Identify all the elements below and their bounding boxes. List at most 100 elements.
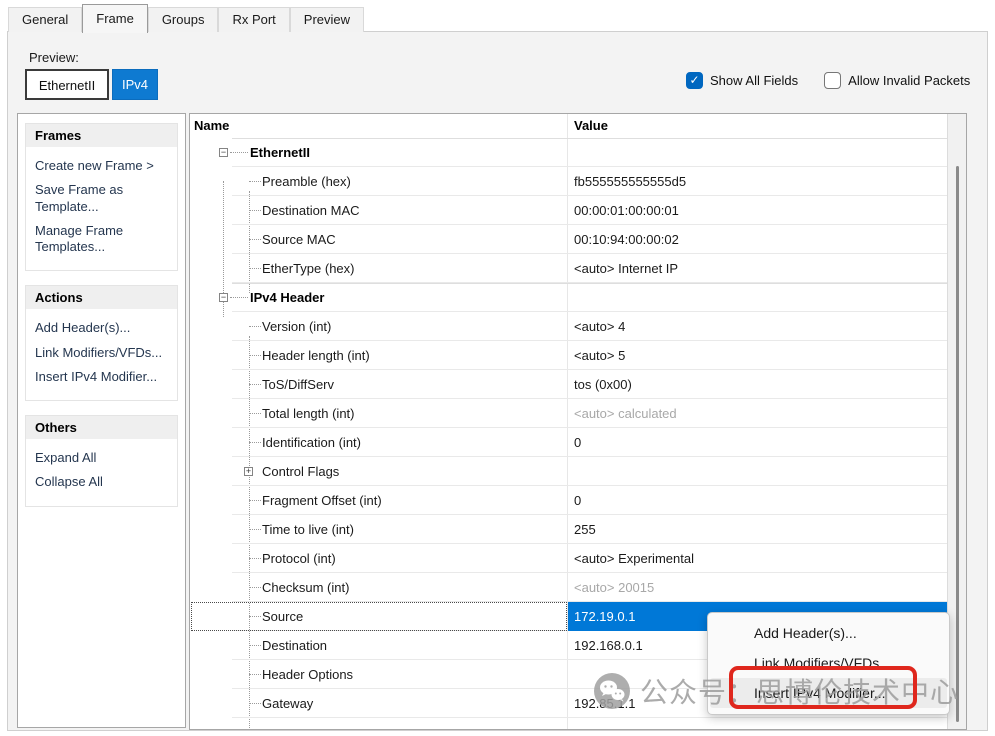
field-value: tos (0x00) [574, 370, 632, 399]
tree-tick [249, 355, 261, 356]
table-row-identification-int[interactable]: Identification (int)0 [190, 428, 948, 457]
tree-tick [249, 529, 261, 530]
field-value: 192.85.1.1 [574, 689, 635, 718]
field-value: <auto> calculated [574, 399, 677, 428]
option-show-all-fields[interactable]: ✓ Show All Fields [686, 72, 798, 89]
preview-header-button-ipv4[interactable]: IPv4 [112, 69, 158, 100]
tree-tick [249, 587, 261, 588]
column-header-name: Name [194, 114, 229, 138]
expand-expander-icon[interactable]: + [244, 467, 253, 476]
field-name: ToS/DiffServ [262, 370, 334, 399]
field-name: Checksum (int) [262, 573, 349, 602]
table-row-control-flags[interactable]: + Control Flags [190, 457, 948, 486]
table-row-total-length-int[interactable]: Total length (int) <auto> calculated [190, 399, 948, 428]
field-name: Source MAC [262, 225, 336, 254]
table-row-fragment-offset-int[interactable]: Fragment Offset (int)0 [190, 486, 948, 515]
checkbox-allow-invalid-packets[interactable] [824, 72, 841, 89]
tree-tick [249, 326, 261, 327]
table-row-preamble-hex[interactable]: Preamble (hex)fb555555555555d5 [190, 167, 948, 196]
sidebar-section-items: Add Header(s)... Link Modifiers/VFDs... In… [26, 309, 177, 400]
field-name: EthernetII [250, 138, 310, 167]
sidebar-section-actions: Actions Add Header(s)... Link Modifiers/VF… [25, 285, 178, 401]
table-row-tos-diffserv[interactable]: ToS/DiffServ tos (0x00) [190, 370, 948, 399]
field-name: IPv4 Header [250, 283, 324, 312]
tree-tick [249, 500, 261, 501]
field-value: <auto> Experimental [574, 544, 694, 573]
context-menu-item-add-header-s[interactable]: Add Header(s)... [710, 618, 947, 648]
field-value: 255 [574, 515, 596, 544]
tree-tick [249, 210, 261, 211]
sidebar-item-collapse-all[interactable]: Collapse All [35, 474, 168, 490]
table-row-version-int[interactable]: Version (int)<auto> 4 [190, 312, 948, 341]
tree-tick [249, 442, 261, 443]
tab-groups[interactable]: Groups [148, 7, 219, 32]
tab-preview[interactable]: Preview [290, 7, 364, 32]
field-value: <auto> Internet IP [574, 254, 678, 283]
table-row-protocol-int[interactable]: Protocol (int)<auto> Experimental [190, 544, 948, 573]
sidebar-item-save-frame-as-template[interactable]: Save Frame as Template... [35, 182, 168, 215]
tree-tick [249, 181, 261, 182]
field-value: 00:00:01:00:00:01 [574, 196, 679, 225]
table-row-destination-mac[interactable]: Destination MAC 00:00:01:00:00:01 [190, 196, 948, 225]
field-value: <auto> 20015 [574, 573, 654, 602]
field-name: Version (int) [262, 312, 331, 341]
field-value: 172.19.0.1 [574, 602, 635, 631]
field-name: Destination [262, 631, 327, 660]
table-row-time-to-live-int[interactable]: Time to live (int)255 [190, 515, 948, 544]
preview-header-button-ethernetii[interactable]: EthernetII [25, 69, 109, 100]
context-menu: Add Header(s)...Link Modifiers/VFDs...In… [707, 612, 950, 715]
sidebar-section-items: Create new Frame > Save Frame as Template… [26, 147, 177, 270]
context-menu-item-insert-ipv4-modifier[interactable]: Insert IPv4 Modifier... [710, 678, 947, 708]
tree-tick [249, 239, 261, 240]
sidebar-item-create-new-frame[interactable]: Create new Frame > [35, 158, 168, 174]
table-row-ethernetii[interactable]: − EthernetII [190, 138, 948, 167]
field-name: Destination MAC [262, 196, 360, 225]
collapse-expander-icon[interactable]: − [219, 148, 228, 157]
tree-tick [249, 268, 261, 269]
sidebar-section-title: Actions [26, 286, 177, 309]
tree-tick [249, 384, 261, 385]
field-name: Control Flags [262, 457, 339, 486]
sidebar-item-link-modifiers-vfds[interactable]: Link Modifiers/VFDs... [35, 345, 168, 361]
sidebar: FramesCreate new Frame >Save Frame as Te… [17, 113, 186, 728]
field-name: Fragment Offset (int) [262, 486, 382, 515]
checkbox-label: Show All Fields [710, 73, 798, 88]
table-row-ethertype-hex[interactable]: EtherType (hex) <auto> Internet IP [190, 254, 948, 283]
field-name: Gateway [262, 689, 313, 718]
field-name: Header Options [262, 660, 353, 689]
context-menu-item-link-modifiers-vfds[interactable]: Link Modifiers/VFDs... [710, 648, 947, 678]
option-allow-invalid-packets[interactable]: Allow Invalid Packets [824, 72, 970, 89]
field-name: Total length (int) [262, 399, 355, 428]
table-row-checksum-int[interactable]: Checksum (int) <auto> 20015 [190, 573, 948, 602]
tree-tick [230, 152, 248, 153]
checkbox-show-all-fields[interactable]: ✓ [686, 72, 703, 89]
table-row-ipv4-header[interactable]: − IPv4 Header [190, 283, 948, 312]
scrollbar-thumb[interactable] [956, 166, 959, 722]
column-header-value: Value [574, 114, 608, 138]
tab-rx-port[interactable]: Rx Port [218, 7, 289, 32]
field-name: EtherType (hex) [262, 254, 355, 283]
tree-tick [230, 297, 248, 298]
tree-tick [249, 703, 261, 704]
field-value: 0 [574, 428, 581, 457]
sidebar-item-insert-ipv4-modifier[interactable]: Insert IPv4 Modifier... [35, 369, 168, 385]
collapse-expander-icon[interactable]: − [219, 293, 228, 302]
sidebar-item-expand-all[interactable]: Expand All [35, 450, 168, 466]
tab-frame[interactable]: Frame [82, 4, 148, 33]
sidebar-item-add-header-s[interactable]: Add Header(s)... [35, 320, 168, 336]
tree-tick [249, 558, 261, 559]
field-value: <auto> 5 [574, 341, 625, 370]
row-border [232, 283, 948, 284]
sidebar-item-manage-frame-templates[interactable]: Manage Frame Templates... [35, 223, 168, 256]
tree-tick [249, 645, 261, 646]
frame-editor-window: GeneralFrameGroupsRx PortPreview Preview… [0, 0, 995, 736]
table-row-source-mac[interactable]: Source MAC00:10:94:00:00:02 [190, 225, 948, 254]
field-name: Header length (int) [262, 341, 370, 370]
table-row-header-length-int[interactable]: Header length (int) <auto> 5 [190, 341, 948, 370]
focus-rectangle [191, 602, 567, 631]
sidebar-section-others: Others Expand All Collapse All [25, 415, 178, 507]
tab-general[interactable]: General [8, 7, 82, 32]
field-name: Preamble (hex) [262, 167, 351, 196]
sidebar-section-title: Others [26, 416, 177, 439]
header-preview-buttons: EthernetIIIPv4 [25, 69, 158, 100]
